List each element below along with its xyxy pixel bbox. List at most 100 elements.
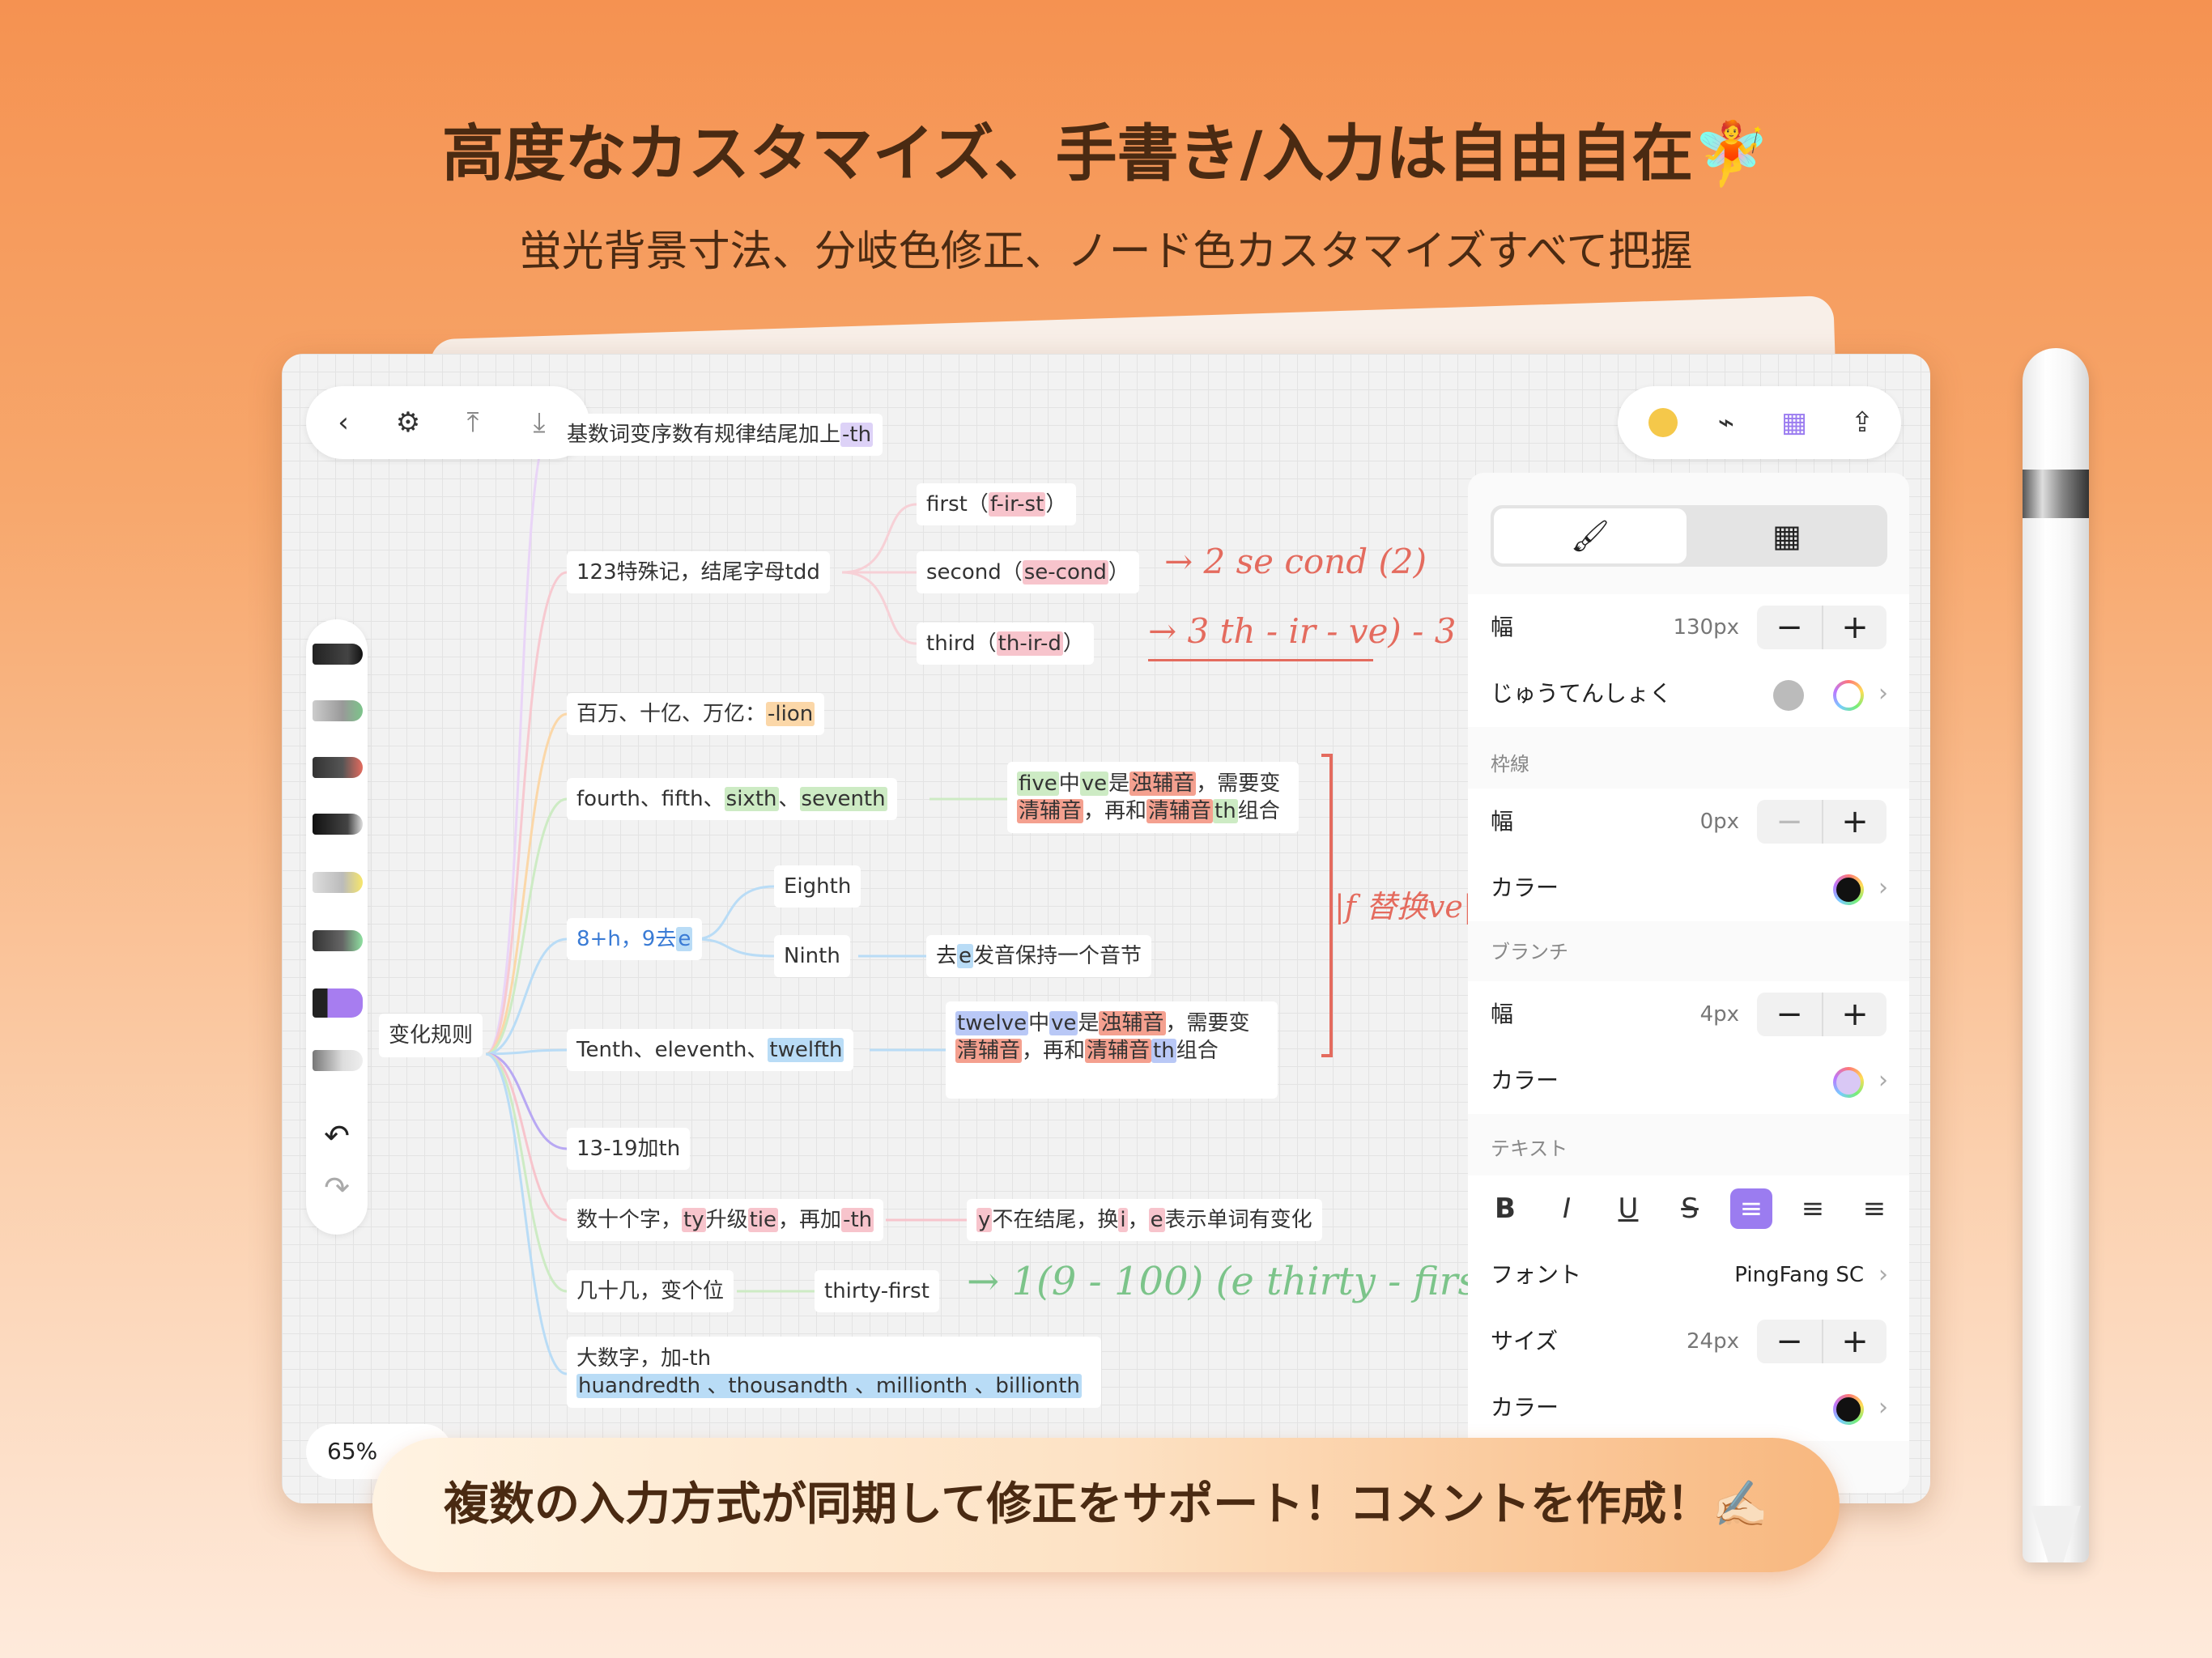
outline-down-icon[interactable]: ⤓	[517, 400, 562, 445]
pen-green-icon[interactable]	[313, 700, 363, 721]
size-row: サイズ 24px − +	[1468, 1308, 1909, 1375]
handwritten-underline	[1148, 659, 1373, 661]
lasso-pencil-icon[interactable]	[313, 1050, 363, 1071]
align-center-icon[interactable]: ≡	[1792, 1188, 1834, 1229]
width-stepper[interactable]: − +	[1757, 606, 1887, 649]
plus-icon[interactable]: +	[1822, 800, 1887, 844]
minus-icon[interactable]: −	[1757, 606, 1822, 649]
border-section-title: 枠線	[1491, 753, 1529, 776]
share-upload-icon[interactable]: ⇪	[1840, 400, 1885, 445]
node-twelve-note[interactable]: twelve中ve是浊辅音，需要变清辅音，再和清辅音 th组合	[946, 1001, 1278, 1099]
handwritten-note-second: → 2 se cond (2)	[1164, 542, 1427, 581]
font-row[interactable]: フォント PingFang SC ›	[1468, 1242, 1909, 1308]
bold-icon[interactable]: B	[1484, 1188, 1526, 1229]
node-second[interactable]: second（se-cond）	[917, 551, 1139, 593]
redo-icon[interactable]: ↷	[306, 1170, 368, 1205]
plus-icon[interactable]: +	[1822, 606, 1887, 649]
apple-pencil	[2023, 348, 2089, 1562]
pen-red-icon[interactable]	[313, 757, 363, 778]
node-ordinal-rule[interactable]: 基数词变序数有规律结尾加上-th	[557, 414, 883, 456]
root-node[interactable]: 变化规则	[379, 1014, 483, 1057]
pen-black-icon[interactable]	[313, 644, 363, 665]
outline-up-icon[interactable]: ⤒	[450, 400, 496, 445]
align-right-icon[interactable]: ≡	[1853, 1188, 1895, 1229]
chevron-right-icon: ›	[1878, 1261, 1888, 1289]
pen-mode-icon[interactable]	[1640, 400, 1686, 445]
width-row: 幅 130px − +	[1468, 594, 1909, 661]
panel-tab-switch: 🖌 ▦	[1491, 505, 1887, 567]
border-color-swatch[interactable]	[1833, 874, 1864, 905]
right-toolbar: ⌁ ▦ ⇪	[1618, 386, 1901, 459]
node-123[interactable]: 123特殊记，结尾字母tdd	[567, 551, 830, 593]
node-thirty[interactable]: thirty-first	[815, 1270, 939, 1312]
minus-icon[interactable]: −	[1757, 800, 1822, 844]
headline: 高度なカスタマイズ、手書き/入力は自由自在🧚	[441, 117, 1771, 189]
underline-icon[interactable]: U	[1607, 1188, 1649, 1229]
node-tenth[interactable]: Tenth、eleventh、twelfth	[567, 1029, 854, 1071]
pen-tool-palette: ↶ ↷	[306, 619, 368, 1235]
branch-section-title: ブランチ	[1491, 941, 1568, 963]
branch-color-row: カラー ›	[1468, 1048, 1909, 1114]
chevron-right-icon: ›	[1878, 1393, 1888, 1422]
eraser-purple-icon[interactable]	[313, 988, 363, 1018]
minus-icon[interactable]: −	[1757, 1320, 1822, 1363]
node-ninth-note[interactable]: 去e发音保持一个音节	[926, 935, 1152, 977]
layout-grid-tab-icon[interactable]: ▦	[1690, 508, 1884, 563]
left-toolbar: ‹ ⚙ ⤒ ⤓	[306, 386, 589, 459]
branch-color-swatch[interactable]	[1833, 1067, 1864, 1098]
border-width-stepper[interactable]: − +	[1757, 800, 1887, 844]
branch-width-stepper[interactable]: − +	[1757, 993, 1887, 1036]
text-format-row: B I U S ≡ ≡ ≡	[1468, 1175, 1909, 1242]
node-third[interactable]: third（th-ir-d）	[917, 623, 1094, 665]
node-fourth[interactable]: fourth、fifth、sixth、seventh	[567, 778, 897, 820]
plus-icon[interactable]: +	[1822, 993, 1887, 1036]
branch-width-row: 幅 4px − +	[1468, 981, 1909, 1048]
node-tens-note[interactable]: y不在结尾，换i，e表示单词有变化	[967, 1199, 1322, 1241]
border-width-row: 幅 0px − +	[1468, 789, 1909, 855]
minus-icon[interactable]: −	[1757, 993, 1822, 1036]
grid-apps-icon[interactable]: ▦	[1772, 400, 1817, 445]
chevron-right-icon: ›	[1878, 874, 1888, 902]
node-teen[interactable]: 13-19加th	[567, 1128, 691, 1170]
style-brush-tab-icon[interactable]: 🖌	[1494, 508, 1687, 563]
no-fill-icon[interactable]	[1773, 680, 1804, 711]
node-8-9[interactable]: 8+h，9去e	[567, 918, 703, 960]
subheadline: 蛍光背景寸法、分岐色修正、ノード色カスタマイズすべて把握	[519, 227, 1693, 276]
fill-color-swatch[interactable]	[1833, 680, 1864, 711]
node-five-note[interactable]: five中ve是浊辅音，需要变清辅音，再和清辅音 th组合	[1007, 762, 1299, 833]
back-chevron-icon[interactable]: ‹	[321, 400, 366, 445]
node-eighth[interactable]: Eighth	[774, 865, 861, 908]
gear-icon[interactable]: ⚙	[385, 400, 431, 445]
handwritten-note-thirty: → 1(9 - 100) (e thirty - first)	[967, 1259, 1509, 1304]
border-color-row: カラー ›	[1468, 855, 1909, 921]
plus-icon[interactable]: +	[1822, 1320, 1887, 1363]
text-color-swatch[interactable]	[1833, 1394, 1864, 1425]
pencil-band	[2023, 470, 2089, 518]
handwritten-note-ve: |f 替换ve|	[1334, 889, 1474, 925]
bottom-banner: 複数の入力方式が同期して修正をサポート！コメントを作成！✍🏻	[372, 1438, 1840, 1572]
fill-row: じゅうてんしょく ›	[1468, 661, 1909, 727]
size-stepper[interactable]: − +	[1757, 1320, 1887, 1363]
marker-green-icon[interactable]	[313, 930, 363, 951]
strikethrough-icon[interactable]: S	[1669, 1188, 1711, 1229]
chevron-right-icon: ›	[1878, 679, 1888, 708]
node-first[interactable]: first（f-ir-st）	[917, 483, 1077, 525]
chevron-right-icon: ›	[1878, 1066, 1888, 1095]
node-ninth[interactable]: Ninth	[774, 935, 850, 977]
align-left-icon[interactable]: ≡	[1730, 1188, 1772, 1229]
node-jishi[interactable]: 几十几，变个位	[567, 1270, 734, 1312]
node-tens[interactable]: 数十个字，ty升级tie，再加-th	[567, 1199, 884, 1241]
app-window: ‹ ⚙ ⤒ ⤓ ⌁ ▦ ⇪ ↶ ↷ 变化规则 基数词变序数有规律结尾加上-th …	[282, 354, 1930, 1503]
node-million[interactable]: 百万、十亿、万亿：-lion	[567, 693, 825, 735]
text-color-row: カラー ›	[1468, 1375, 1909, 1441]
highlighter-yellow-icon[interactable]	[313, 872, 363, 893]
node-big-number[interactable]: 大数字，加-th huandredth 、thousandth 、milliont…	[567, 1337, 1101, 1408]
chart-view-icon[interactable]: ⌁	[1704, 400, 1749, 445]
text-section-title: テキスト	[1491, 1137, 1568, 1160]
undo-icon[interactable]: ↶	[306, 1118, 368, 1154]
handwritten-bracket	[1321, 754, 1333, 1057]
fountain-pen-icon[interactable]	[313, 814, 363, 835]
style-panel: 🖌 ▦ 幅 130px − + じゅうてんしょく › 枠線 幅 0px − + カラ…	[1468, 473, 1909, 1493]
handwritten-note-third: → 3 th - ir - ve) - 3	[1148, 611, 1457, 651]
italic-icon[interactable]: I	[1546, 1188, 1588, 1229]
